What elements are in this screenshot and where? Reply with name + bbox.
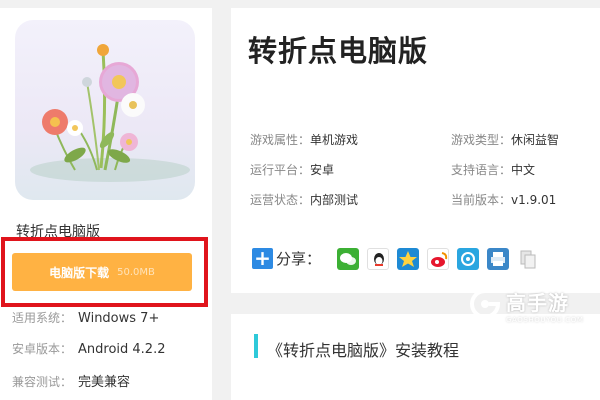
attr-status: 运营状态：内部测试 <box>250 191 358 208</box>
download-size: 50.0MB <box>117 266 155 278</box>
meta-compat: 兼容测试： 完美兼容 <box>12 371 130 390</box>
meta-android-key: 安卓版本： <box>12 342 73 356</box>
tutorial-title[interactable]: 《转折点电脑版》安装教程 <box>267 337 459 361</box>
gaoshouyou-logo-icon <box>470 289 500 319</box>
meta-compat-value: 完美兼容 <box>78 375 131 390</box>
attr-key: 运营状态： <box>250 193 311 207</box>
meta-android: 安卓版本： Android 4.2.2 <box>12 340 166 357</box>
meta-os-key: 适用系统： <box>12 311 73 325</box>
attr-value: 内部测试 <box>310 193 359 207</box>
download-label: 电脑版下载 <box>49 265 110 280</box>
attr-version: 当前版本：v1.9.01 <box>451 191 556 208</box>
watermark-domain: GAOSHOUYOU.COM <box>506 316 584 324</box>
attr-key: 游戏类型： <box>451 133 512 147</box>
share-add-icon[interactable]: + <box>252 248 273 269</box>
page-title: 转折点电脑版 <box>248 34 429 68</box>
meta-compat-key: 兼容测试： <box>12 375 73 389</box>
attr-value: 休闲益智 <box>511 133 560 147</box>
qq-icon[interactable] <box>367 248 389 270</box>
attr-value: v1.9.01 <box>511 193 557 207</box>
weibo-icon[interactable] <box>427 248 449 270</box>
meta-os-value: Windows 7+ <box>78 311 160 326</box>
attr-platform: 运行平台：安卓 <box>250 161 334 178</box>
attr-key: 运行平台： <box>250 163 311 177</box>
watermark-brand: 高手游 <box>506 291 569 315</box>
attr-language: 支持语言：中文 <box>451 161 535 178</box>
attr-value: 单机游戏 <box>310 133 359 147</box>
share-label: 分享： <box>276 250 322 268</box>
print-icon[interactable] <box>487 248 509 270</box>
accent-bar <box>254 334 258 358</box>
attr-key: 当前版本： <box>451 193 512 207</box>
gaoshouyou-watermark: 高手游 GAOSHOUYOU.COM <box>470 287 588 331</box>
copy-icon[interactable] <box>517 248 539 270</box>
attr-type: 游戏类型：休闲益智 <box>451 131 559 148</box>
wechat-icon[interactable] <box>337 248 359 270</box>
attr-key: 游戏属性： <box>250 133 311 147</box>
flower-app-icon <box>15 20 195 200</box>
game-info-panel: 转折点电脑版 游戏属性：单机游戏 游戏类型：休闲益智 运行平台：安卓 支持语言：… <box>231 8 600 293</box>
attr-property: 游戏属性：单机游戏 <box>250 131 358 148</box>
attr-value: 安卓 <box>310 163 335 177</box>
meta-os: 适用系统： Windows 7+ <box>12 309 159 326</box>
tencent-weibo-icon[interactable] <box>457 248 479 270</box>
download-button[interactable]: 电脑版下载 50.0MB <box>12 253 192 291</box>
meta-android-value: Android 4.2.2 <box>78 342 166 357</box>
qzone-icon[interactable] <box>397 248 419 270</box>
attr-key: 支持语言： <box>451 163 512 177</box>
attr-value: 中文 <box>511 163 536 177</box>
